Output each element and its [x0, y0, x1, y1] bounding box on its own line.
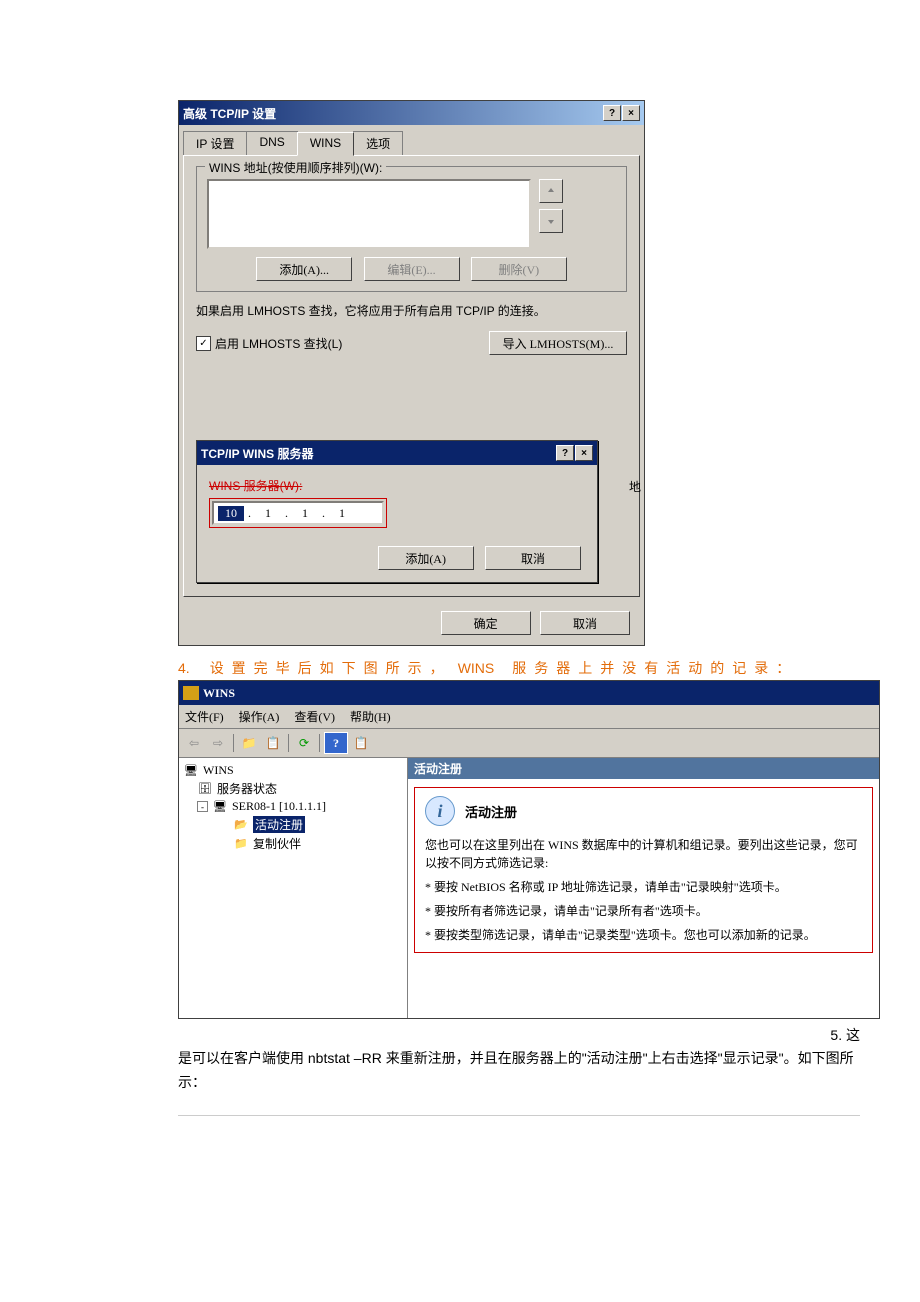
info-b2: * 要按所有者筛选记录，请单击"记录所有者"选项卡。: [425, 902, 862, 920]
refresh-icon[interactable]: ⟳: [293, 733, 315, 753]
ip-octet-3[interactable]: 1: [292, 506, 318, 521]
delete-button[interactable]: 删除(V): [471, 257, 567, 281]
right-pane-header: 活动注册: [408, 758, 879, 779]
help-button[interactable]: ?: [603, 105, 621, 121]
tab-wins[interactable]: WINS: [297, 132, 354, 156]
info-icon: i: [425, 796, 455, 826]
wins-address-group: WINS 地址(按使用顺序排列)(W): 添: [196, 166, 627, 292]
tab-panel: WINS 地址(按使用顺序排列)(W): 添: [183, 155, 640, 597]
ip-input[interactable]: 10. 1. 1. 1: [212, 501, 384, 525]
close-button[interactable]: ×: [622, 105, 640, 121]
step5-text: 是可以在客户端使用 nbtstat –RR 来重新注册，并且在服务器上的"活动注…: [178, 1047, 860, 1095]
tree-status[interactable]: 🗄 服务器状态: [183, 779, 403, 798]
wins-address-label: WINS 地址(按使用顺序排列)(W):: [205, 159, 386, 176]
ip-octet-4[interactable]: 1: [329, 506, 355, 521]
folder-icon: 📂: [233, 818, 249, 832]
menu-file[interactable]: 文件(F): [185, 710, 224, 724]
properties-icon[interactable]: 📋: [262, 733, 284, 753]
info-box: i 活动注册 您也可以在这里列出在 WINS 数据库中的计算机和组记录。要列出这…: [414, 787, 873, 953]
dialog-footer: 确定 取消: [179, 601, 644, 645]
mmc-titlebar: WINS: [179, 681, 879, 705]
server-status-icon: 🗄: [197, 782, 213, 796]
info-title: 活动注册: [465, 802, 517, 821]
move-down-button[interactable]: [539, 209, 563, 233]
collapse-icon[interactable]: -: [197, 801, 208, 812]
wins-mmc-window: WINS 文件(F) 操作(A) 查看(V) 帮助(H) ⇦ ⇨ 📁 📋 ⟳ ?…: [178, 680, 880, 1019]
info-p1: 您也可以在这里列出在 WINS 数据库中的计算机和组记录。要列出这些记录，您可以…: [425, 836, 862, 872]
tree-pane: 🖥 WINS 🗄 服务器状态 - 🖥 SER08-1 [10.1.1.1] 📂: [179, 758, 408, 1018]
add-button[interactable]: 添加(A)...: [256, 257, 352, 281]
peek-char: 地: [629, 478, 641, 495]
back-icon[interactable]: ⇦: [183, 733, 205, 753]
edit-button[interactable]: 编辑(E)...: [364, 257, 460, 281]
tree-root[interactable]: 🖥 WINS: [183, 762, 403, 779]
right-pane: 活动注册 i 活动注册 您也可以在这里列出在 WINS 数据库中的计算机和组记录…: [408, 758, 879, 1018]
folder-icon: 📁: [233, 837, 249, 851]
separator: [288, 734, 289, 752]
wins-server-dialog: TCP/IP WINS 服务器 ? × WINS 服务器(W): 10. 1.: [196, 440, 598, 583]
inner-close-button[interactable]: ×: [575, 445, 593, 461]
step4-wins: WINS: [458, 660, 495, 676]
server-icon: 🖥: [212, 800, 228, 814]
help-icon[interactable]: ?: [324, 732, 348, 754]
tree-active-reg[interactable]: 📂 活动注册: [183, 815, 403, 834]
advanced-tcpip-dialog: 高级 TCP/IP 设置 ? × IP 设置 DNS WINS 选项 WINS …: [178, 100, 645, 646]
menubar: 文件(F) 操作(A) 查看(V) 帮助(H): [179, 705, 879, 729]
tree-server[interactable]: - 🖥 SER08-1 [10.1.1.1]: [183, 798, 403, 815]
import-lmhosts-button[interactable]: 导入 LMHOSTS(M)...: [489, 331, 627, 355]
page-divider: [178, 1115, 860, 1116]
wins-icon: 🖥: [183, 764, 199, 778]
forward-icon[interactable]: ⇨: [207, 733, 229, 753]
wins-app-icon: [183, 686, 199, 700]
move-up-button[interactable]: [539, 179, 563, 203]
inner-titlebar: TCP/IP WINS 服务器 ? ×: [197, 441, 597, 465]
inner-help-button[interactable]: ?: [556, 445, 574, 461]
menu-view[interactable]: 查看(V): [294, 710, 335, 724]
tab-options[interactable]: 选项: [353, 131, 403, 155]
lmhosts-checkbox-label: 启用 LMHOSTS 查找(L): [215, 335, 342, 352]
wins-server-label: WINS 服务器(W):: [209, 477, 585, 494]
ok-button[interactable]: 确定: [441, 611, 531, 635]
cancel-button[interactable]: 取消: [540, 611, 630, 635]
lmhosts-checkbox[interactable]: ✓: [196, 336, 211, 351]
ip-octet-2[interactable]: 1: [255, 506, 281, 521]
step5-num: 5. 这: [178, 1025, 860, 1045]
ip-octet-1[interactable]: 10: [218, 506, 244, 521]
tab-dns[interactable]: DNS: [246, 131, 297, 155]
tabstrip: IP 设置 DNS WINS 选项: [183, 131, 644, 155]
inner-add-button[interactable]: 添加(A): [378, 546, 474, 570]
inner-cancel-button[interactable]: 取消: [485, 546, 581, 570]
wins-address-list[interactable]: [207, 179, 531, 249]
tree-partner[interactable]: 📁 复制伙伴: [183, 834, 403, 853]
menu-help[interactable]: 帮助(H): [350, 710, 391, 724]
dialog-title: 高级 TCP/IP 设置: [183, 105, 602, 122]
mmc-title: WINS: [203, 686, 875, 701]
step4-text: 4.设置完毕后如下图所示，WINS服务器上并没有活动的记录：: [178, 658, 860, 678]
info-b3: * 要按类型筛选记录，请单击"记录类型"选项卡。您也可以添加新的记录。: [425, 926, 862, 944]
menu-action[interactable]: 操作(A): [239, 710, 280, 724]
separator: [319, 734, 320, 752]
inner-title: TCP/IP WINS 服务器: [201, 445, 555, 462]
tab-ip[interactable]: IP 设置: [183, 131, 247, 155]
list-icon[interactable]: 📋: [350, 733, 372, 753]
toolbar: ⇦ ⇨ 📁 📋 ⟳ ? 📋: [179, 729, 879, 758]
up-icon[interactable]: 📁: [238, 733, 260, 753]
step4-num: 4.: [178, 660, 190, 676]
info-b1: * 要按 NetBIOS 名称或 IP 地址筛选记录，请单击"记录映射"选项卡。: [425, 878, 862, 896]
lmhosts-note: 如果启用 LMHOSTS 查找，它将应用于所有启用 TCP/IP 的连接。: [196, 302, 627, 319]
separator: [233, 734, 234, 752]
dialog-titlebar: 高级 TCP/IP 设置 ? ×: [179, 101, 644, 125]
